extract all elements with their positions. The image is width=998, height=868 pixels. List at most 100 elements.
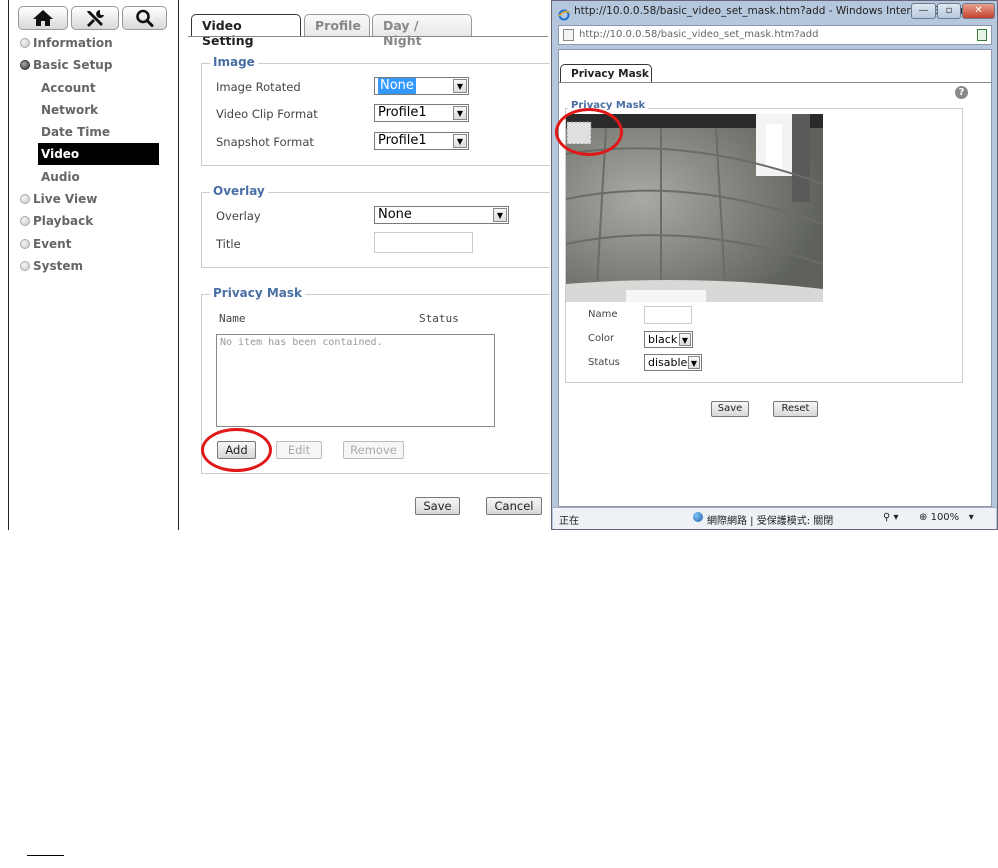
security-icon[interactable]: ⚲ ▾	[883, 512, 899, 523]
maximize-icon: ▫	[945, 5, 953, 16]
compat-view-icon	[977, 29, 987, 41]
minimize-icon: —	[918, 5, 929, 16]
minimize-button[interactable]: —	[911, 3, 936, 19]
status-text: 正在	[559, 516, 579, 527]
zone-text: 網際網路 | 受保護模式: 關閉	[707, 516, 834, 527]
zoom-level: 100%	[930, 512, 960, 523]
popup-reset-button[interactable]: Reset	[773, 401, 818, 417]
column-status-header: Status	[419, 312, 459, 325]
home-icon	[33, 10, 53, 26]
help-icon[interactable]: ?	[955, 86, 968, 99]
popup-save-button[interactable]: Save	[711, 401, 749, 417]
column-name-header: Name	[219, 312, 246, 325]
save-button[interactable]: Save	[415, 497, 460, 515]
popup-status-select[interactable]: disable ▼	[644, 354, 702, 371]
select-value: Profile1	[378, 133, 427, 148]
tab-profile[interactable]: Profile	[304, 14, 370, 36]
highlight-circle-mask	[555, 108, 623, 156]
edit-button[interactable]: Edit	[276, 441, 322, 459]
status-bar: 正在 網際網路 | 受保護模式: 關閉 ⚲ ▾ ⊕ 100% ▾	[553, 507, 996, 529]
overlay-select[interactable]: None ▼	[374, 206, 509, 224]
page-icon	[563, 29, 574, 41]
cancel-button[interactable]: Cancel	[486, 497, 542, 515]
dropdown-arrow-icon: ▼	[453, 106, 467, 120]
privacy-mask-list[interactable]: No item has been contained.	[216, 334, 495, 427]
dropdown-arrow-icon: ▼	[493, 208, 507, 222]
remove-button[interactable]: Remove	[343, 441, 404, 459]
zoom-control[interactable]: ⊕ 100% ▾	[919, 512, 974, 523]
maximize-button[interactable]: ▫	[937, 3, 961, 19]
address-url: http://10.0.0.58/basic_video_set_mask.ht…	[579, 29, 819, 40]
nav-label: Live View	[33, 192, 98, 206]
sub-item-audio[interactable]: Audio	[41, 169, 80, 185]
popup-color-label: Color	[588, 333, 615, 344]
popup-name-label: Name	[588, 309, 618, 320]
title-input[interactable]	[374, 232, 473, 253]
nav-label: Information	[33, 36, 113, 50]
tab-underline	[188, 36, 548, 37]
bullet-icon	[20, 239, 30, 249]
bullet-icon	[20, 194, 30, 204]
nav-label: System	[33, 259, 83, 273]
tools-button[interactable]	[71, 6, 119, 30]
sidebar-border	[8, 0, 9, 530]
select-value: None	[378, 78, 416, 94]
popup-name-input[interactable]	[644, 306, 692, 324]
popup-status-label: Status	[588, 357, 620, 368]
tools-icon	[87, 10, 104, 27]
dropdown-arrow-icon: ▼	[453, 134, 467, 148]
sidebar-divider	[178, 0, 179, 530]
nav-basic-setup[interactable]: Basic Setup	[20, 57, 112, 73]
footnote-rule	[27, 855, 64, 856]
zoom-dropdown-icon: ▾	[962, 512, 974, 523]
popup-window: http://10.0.0.58/basic_video_set_mask.ht…	[551, 0, 998, 530]
snapshot-format-label: Snapshot Format	[216, 135, 314, 149]
sub-item-network[interactable]: Network	[41, 102, 98, 118]
video-clip-format-label: Video Clip Format	[216, 107, 318, 121]
sub-item-account[interactable]: Account	[41, 80, 96, 96]
bullet-icon	[20, 216, 30, 226]
close-icon: ✕	[974, 5, 983, 16]
image-rotated-select[interactable]: None ▼	[374, 77, 469, 95]
tab-day-night[interactable]: Day / Night	[372, 14, 472, 48]
select-value: black	[648, 333, 678, 346]
zoom-icon: ⊕	[919, 512, 928, 523]
overlay-fieldset	[201, 192, 550, 268]
image-legend: Image	[210, 55, 258, 69]
search-icon	[135, 9, 153, 27]
nav-information[interactable]: Information	[20, 35, 113, 51]
popup-tab-underline	[559, 82, 991, 83]
overlay-legend: Overlay	[210, 184, 268, 198]
select-value: Profile1	[378, 105, 427, 120]
select-value: disable	[648, 356, 688, 369]
address-bar[interactable]: http://10.0.0.58/basic_video_set_mask.ht…	[558, 25, 992, 45]
video-clip-format-select[interactable]: Profile1 ▼	[374, 104, 469, 122]
search-button[interactable]	[122, 6, 167, 30]
globe-icon	[693, 512, 703, 522]
sub-item-video[interactable]: Video	[38, 143, 159, 165]
popup-color-select[interactable]: black ▼	[644, 331, 693, 348]
dropdown-arrow-icon: ▼	[688, 356, 700, 369]
close-button[interactable]: ✕	[962, 3, 995, 19]
popup-content: Privacy Mask ? Privacy Mask Name Color b…	[558, 49, 992, 507]
tab-video-setting[interactable]: Video Setting	[191, 14, 301, 48]
tab-privacy-mask[interactable]: Privacy Mask	[560, 64, 652, 83]
highlight-circle-add	[201, 428, 272, 472]
nav-label: Basic Setup	[33, 58, 113, 72]
nav-playback[interactable]: Playback	[20, 213, 93, 229]
nav-live-view[interactable]: Live View	[20, 191, 97, 207]
sub-item-date-time[interactable]: Date Time	[41, 124, 110, 140]
snapshot-format-select[interactable]: Profile1 ▼	[374, 132, 469, 150]
image-rotated-label: Image Rotated	[216, 80, 301, 94]
nav-system[interactable]: System	[20, 258, 83, 274]
home-button[interactable]	[18, 6, 68, 30]
overlay-label: Overlay	[216, 209, 261, 223]
bullet-icon	[20, 38, 30, 48]
nav-event[interactable]: Event	[20, 236, 71, 252]
nav-label: Playback	[33, 214, 94, 228]
empty-list-message: No item has been contained.	[220, 337, 383, 348]
bullet-icon	[20, 261, 30, 271]
privacy-mask-legend: Privacy Mask	[210, 286, 306, 300]
title-label: Title	[216, 237, 241, 251]
dropdown-arrow-icon: ▼	[453, 79, 467, 93]
